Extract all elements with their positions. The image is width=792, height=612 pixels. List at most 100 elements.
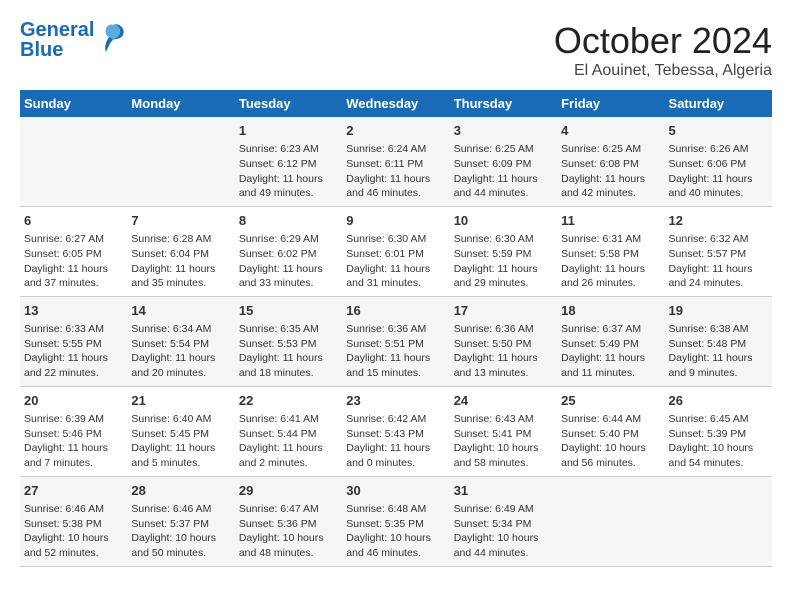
week-row-5: 27 Sunrise: 6:46 AM Sunset: 5:38 PM Dayl… bbox=[20, 476, 772, 566]
sunset-text: Sunset: 5:39 PM bbox=[669, 428, 747, 440]
day-number: 20 bbox=[24, 392, 123, 410]
calendar-cell: 14 Sunrise: 6:34 AM Sunset: 5:54 PM Dayl… bbox=[127, 296, 234, 386]
daylight-text: Daylight: 11 hours and 44 minutes. bbox=[454, 173, 538, 200]
sunrise-text: Sunrise: 6:40 AM bbox=[131, 413, 211, 425]
sunrise-text: Sunrise: 6:36 AM bbox=[454, 323, 534, 335]
daylight-text: Daylight: 11 hours and 20 minutes. bbox=[131, 352, 215, 379]
calendar-cell: 9 Sunrise: 6:30 AM Sunset: 6:01 PM Dayli… bbox=[342, 206, 449, 296]
day-number: 9 bbox=[346, 212, 445, 230]
week-row-4: 20 Sunrise: 6:39 AM Sunset: 5:46 PM Dayl… bbox=[20, 386, 772, 476]
calendar-cell: 11 Sunrise: 6:31 AM Sunset: 5:58 PM Dayl… bbox=[557, 206, 664, 296]
calendar-cell: 13 Sunrise: 6:33 AM Sunset: 5:55 PM Dayl… bbox=[20, 296, 127, 386]
sunset-text: Sunset: 6:04 PM bbox=[131, 248, 209, 260]
sunrise-text: Sunrise: 6:38 AM bbox=[669, 323, 749, 335]
sunrise-text: Sunrise: 6:49 AM bbox=[454, 503, 534, 515]
sunrise-text: Sunrise: 6:39 AM bbox=[24, 413, 104, 425]
weekday-header-wednesday: Wednesday bbox=[342, 90, 449, 117]
daylight-text: Daylight: 10 hours and 44 minutes. bbox=[454, 532, 539, 559]
weekday-header-tuesday: Tuesday bbox=[235, 90, 342, 117]
daylight-text: Daylight: 10 hours and 56 minutes. bbox=[561, 442, 646, 469]
daylight-text: Daylight: 11 hours and 15 minutes. bbox=[346, 352, 430, 379]
sunset-text: Sunset: 5:58 PM bbox=[561, 248, 639, 260]
calendar-cell: 7 Sunrise: 6:28 AM Sunset: 6:04 PM Dayli… bbox=[127, 206, 234, 296]
calendar-cell: 4 Sunrise: 6:25 AM Sunset: 6:08 PM Dayli… bbox=[557, 117, 664, 206]
daylight-text: Daylight: 11 hours and 18 minutes. bbox=[239, 352, 323, 379]
sunset-text: Sunset: 5:55 PM bbox=[24, 338, 102, 350]
daylight-text: Daylight: 11 hours and 49 minutes. bbox=[239, 173, 323, 200]
day-number: 10 bbox=[454, 212, 553, 230]
sunrise-text: Sunrise: 6:36 AM bbox=[346, 323, 426, 335]
logo-bird-icon bbox=[98, 20, 128, 60]
day-number: 23 bbox=[346, 392, 445, 410]
sunrise-text: Sunrise: 6:26 AM bbox=[669, 143, 749, 155]
calendar-cell: 1 Sunrise: 6:23 AM Sunset: 6:12 PM Dayli… bbox=[235, 117, 342, 206]
calendar-cell: 22 Sunrise: 6:41 AM Sunset: 5:44 PM Dayl… bbox=[235, 386, 342, 476]
day-number: 3 bbox=[454, 122, 553, 140]
weekday-header-row: SundayMondayTuesdayWednesdayThursdayFrid… bbox=[20, 90, 772, 117]
title-area: October 2024 El Aouinet, Tebessa, Algeri… bbox=[554, 20, 772, 80]
sunrise-text: Sunrise: 6:31 AM bbox=[561, 233, 641, 245]
sunset-text: Sunset: 5:46 PM bbox=[24, 428, 102, 440]
sunrise-text: Sunrise: 6:41 AM bbox=[239, 413, 319, 425]
day-number: 26 bbox=[669, 392, 768, 410]
day-number: 17 bbox=[454, 302, 553, 320]
calendar-cell: 21 Sunrise: 6:40 AM Sunset: 5:45 PM Dayl… bbox=[127, 386, 234, 476]
calendar-cell: 28 Sunrise: 6:46 AM Sunset: 5:37 PM Dayl… bbox=[127, 476, 234, 566]
week-row-1: 1 Sunrise: 6:23 AM Sunset: 6:12 PM Dayli… bbox=[20, 117, 772, 206]
month-title: October 2024 bbox=[554, 20, 772, 62]
calendar-cell bbox=[127, 117, 234, 206]
sunrise-text: Sunrise: 6:45 AM bbox=[669, 413, 749, 425]
sunrise-text: Sunrise: 6:30 AM bbox=[346, 233, 426, 245]
daylight-text: Daylight: 10 hours and 46 minutes. bbox=[346, 532, 431, 559]
sunrise-text: Sunrise: 6:46 AM bbox=[24, 503, 104, 515]
sunset-text: Sunset: 6:02 PM bbox=[239, 248, 317, 260]
day-number: 25 bbox=[561, 392, 660, 410]
calendar-cell: 6 Sunrise: 6:27 AM Sunset: 6:05 PM Dayli… bbox=[20, 206, 127, 296]
sunrise-text: Sunrise: 6:29 AM bbox=[239, 233, 319, 245]
week-row-2: 6 Sunrise: 6:27 AM Sunset: 6:05 PM Dayli… bbox=[20, 206, 772, 296]
sunset-text: Sunset: 5:50 PM bbox=[454, 338, 532, 350]
page-header: General Blue October 2024 El Aouinet, Te… bbox=[20, 20, 772, 80]
calendar-cell: 26 Sunrise: 6:45 AM Sunset: 5:39 PM Dayl… bbox=[665, 386, 772, 476]
sunrise-text: Sunrise: 6:42 AM bbox=[346, 413, 426, 425]
calendar-cell: 5 Sunrise: 6:26 AM Sunset: 6:06 PM Dayli… bbox=[665, 117, 772, 206]
calendar-cell: 17 Sunrise: 6:36 AM Sunset: 5:50 PM Dayl… bbox=[450, 296, 557, 386]
sunset-text: Sunset: 5:34 PM bbox=[454, 518, 532, 530]
daylight-text: Daylight: 11 hours and 37 minutes. bbox=[24, 263, 108, 290]
sunrise-text: Sunrise: 6:30 AM bbox=[454, 233, 534, 245]
sunset-text: Sunset: 5:48 PM bbox=[669, 338, 747, 350]
sunset-text: Sunset: 5:54 PM bbox=[131, 338, 209, 350]
daylight-text: Daylight: 11 hours and 33 minutes. bbox=[239, 263, 323, 290]
sunset-text: Sunset: 5:53 PM bbox=[239, 338, 317, 350]
day-number: 5 bbox=[669, 122, 768, 140]
sunrise-text: Sunrise: 6:35 AM bbox=[239, 323, 319, 335]
calendar-cell bbox=[557, 476, 664, 566]
sunset-text: Sunset: 5:49 PM bbox=[561, 338, 639, 350]
sunrise-text: Sunrise: 6:28 AM bbox=[131, 233, 211, 245]
calendar-cell: 31 Sunrise: 6:49 AM Sunset: 5:34 PM Dayl… bbox=[450, 476, 557, 566]
day-number: 22 bbox=[239, 392, 338, 410]
sunset-text: Sunset: 6:09 PM bbox=[454, 158, 532, 170]
calendar-cell: 2 Sunrise: 6:24 AM Sunset: 6:11 PM Dayli… bbox=[342, 117, 449, 206]
day-number: 7 bbox=[131, 212, 230, 230]
sunrise-text: Sunrise: 6:43 AM bbox=[454, 413, 534, 425]
day-number: 30 bbox=[346, 482, 445, 500]
daylight-text: Daylight: 11 hours and 7 minutes. bbox=[24, 442, 108, 469]
calendar-body: 1 Sunrise: 6:23 AM Sunset: 6:12 PM Dayli… bbox=[20, 117, 772, 566]
sunrise-text: Sunrise: 6:25 AM bbox=[454, 143, 534, 155]
calendar-cell: 25 Sunrise: 6:44 AM Sunset: 5:40 PM Dayl… bbox=[557, 386, 664, 476]
sunset-text: Sunset: 5:44 PM bbox=[239, 428, 317, 440]
sunrise-text: Sunrise: 6:25 AM bbox=[561, 143, 641, 155]
day-number: 12 bbox=[669, 212, 768, 230]
logo: General Blue bbox=[20, 20, 128, 60]
daylight-text: Daylight: 10 hours and 50 minutes. bbox=[131, 532, 216, 559]
day-number: 18 bbox=[561, 302, 660, 320]
day-number: 29 bbox=[239, 482, 338, 500]
calendar-cell: 10 Sunrise: 6:30 AM Sunset: 5:59 PM Dayl… bbox=[450, 206, 557, 296]
sunset-text: Sunset: 5:40 PM bbox=[561, 428, 639, 440]
daylight-text: Daylight: 11 hours and 5 minutes. bbox=[131, 442, 215, 469]
calendar-cell bbox=[665, 476, 772, 566]
sunrise-text: Sunrise: 6:48 AM bbox=[346, 503, 426, 515]
calendar-cell: 27 Sunrise: 6:46 AM Sunset: 5:38 PM Dayl… bbox=[20, 476, 127, 566]
daylight-text: Daylight: 11 hours and 22 minutes. bbox=[24, 352, 108, 379]
